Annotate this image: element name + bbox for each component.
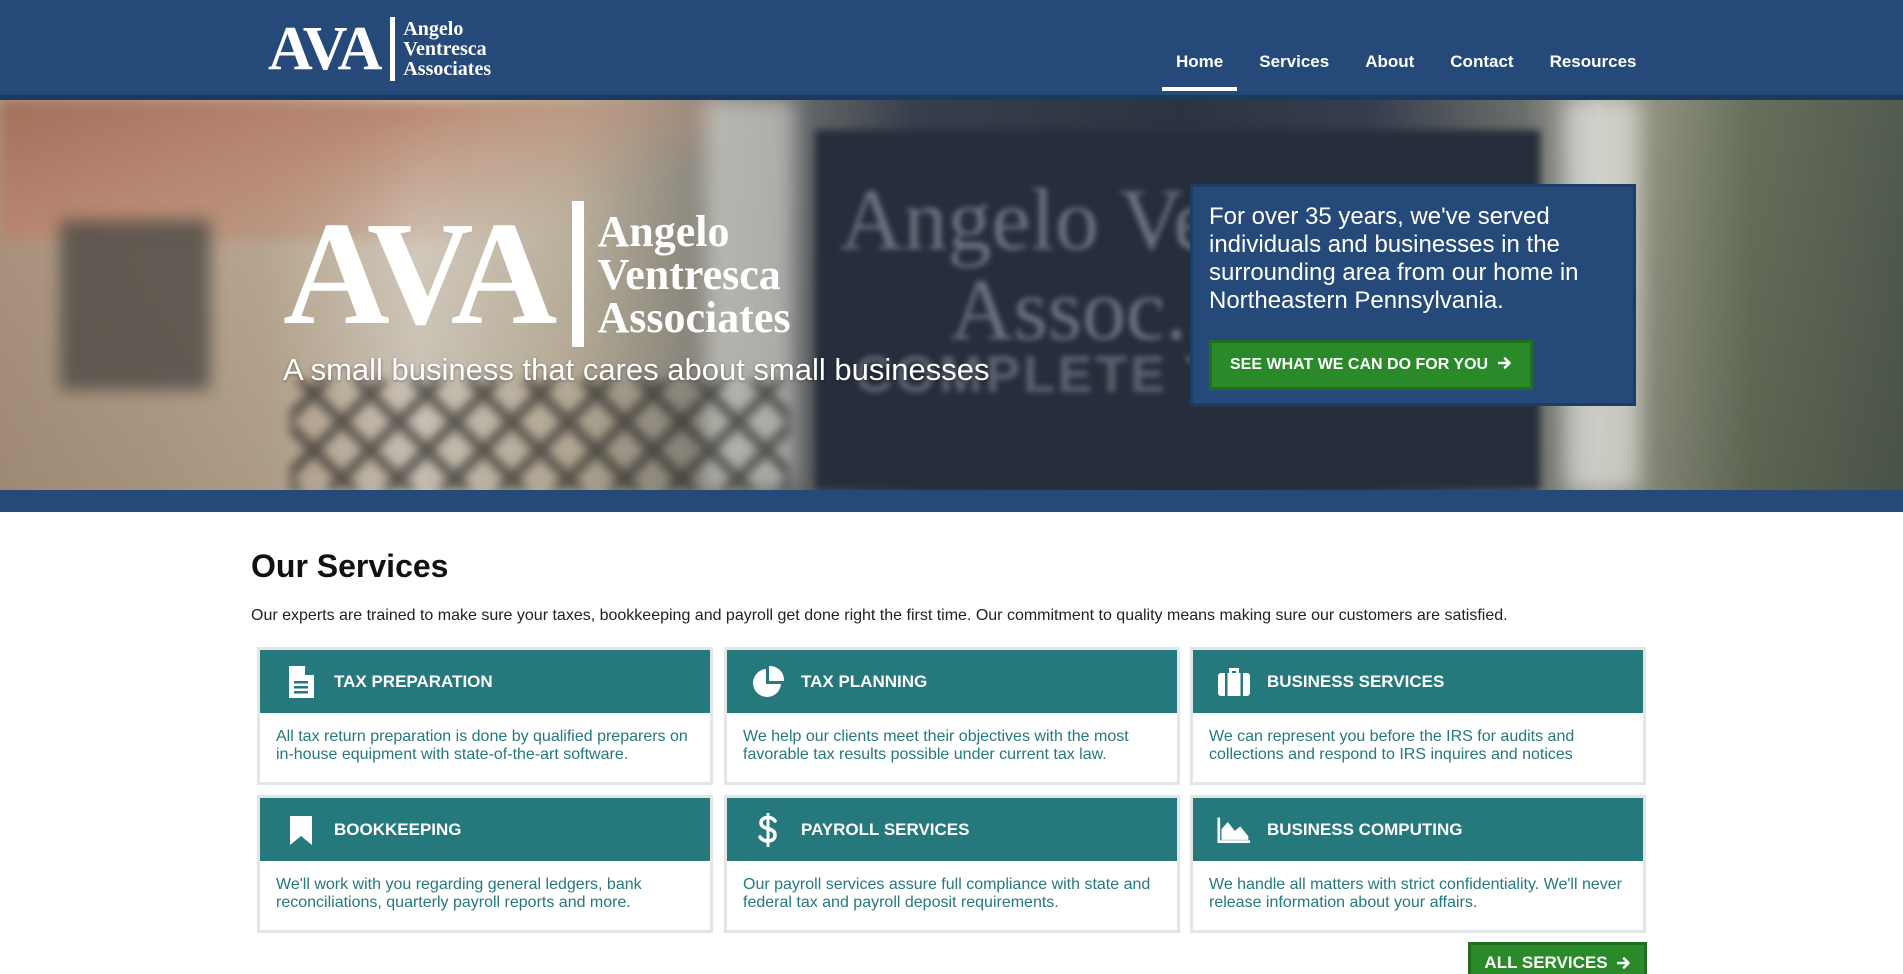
card-title: TAX PREPARATION [334, 671, 493, 691]
arrow-right-icon [1616, 956, 1631, 970]
site-logo[interactable]: AVA Angelo Ventresca Associates [268, 16, 491, 81]
hero-photo-window [60, 220, 210, 390]
card-title: PAYROLL SERVICES [801, 819, 970, 839]
logo-word: Ventresca [403, 37, 487, 60]
logo-wordmark: Angelo Ventresca Associates [403, 19, 491, 79]
service-card-business-services[interactable]: BUSINESS SERVICES We can represent you b… [1190, 647, 1646, 785]
hero-tagline: A small business that cares about small … [283, 352, 990, 387]
nav-home[interactable]: Home [1161, 52, 1238, 91]
all-services-label: ALL SERVICES [1484, 953, 1608, 972]
hero-logo-word: Angelo [597, 206, 730, 256]
card-title: BUSINESS COMPUTING [1267, 819, 1463, 839]
hero-logo-divider [571, 201, 584, 347]
hero-logo-monogram: AVA [283, 192, 557, 356]
hero-photo-sign-text: Angelo Ve [840, 172, 1213, 269]
card-header: BOOKKEEPING [260, 798, 710, 861]
all-services-button[interactable]: ALL SERVICES [1468, 942, 1647, 974]
card-title: BUSINESS SERVICES [1267, 671, 1445, 691]
card-text: We can represent you before the IRS for … [1209, 728, 1575, 763]
service-card-tax-planning[interactable]: TAX PLANNING We help our clients meet th… [724, 647, 1180, 785]
section-title: Our Services [251, 548, 449, 584]
card-header: BUSINESS COMPUTING [1193, 798, 1643, 861]
hero-bottom-bar [0, 490, 1903, 512]
logo-divider [390, 16, 396, 81]
card-text: We help our clients meet their objective… [743, 728, 1129, 763]
pie-chart-icon [751, 665, 785, 699]
service-card-tax-preparation[interactable]: TAX PREPARATION All tax return preparati… [257, 647, 713, 785]
arrow-right-icon [1497, 356, 1512, 375]
card-header: PAYROLL SERVICES [727, 798, 1177, 861]
service-card-bookkeeping[interactable]: BOOKKEEPING We'll work with you regardin… [257, 795, 713, 933]
card-header: TAX PLANNING [727, 650, 1177, 713]
see-what-we-can-do-button[interactable]: SEE WHAT WE CAN DO FOR YOU [1209, 340, 1534, 390]
card-text: We'll work with you regarding general le… [276, 876, 642, 911]
section-intro: Our experts are trained to make sure you… [251, 607, 1508, 624]
main-nav: Home Services About Contact Resources [1161, 52, 1673, 91]
card-header: TAX PREPARATION [260, 650, 710, 713]
card-text: We handle all matters with strict confid… [1209, 876, 1622, 911]
briefcase-icon [1217, 665, 1251, 699]
site-header: AVA Angelo Ventresca Associates Home Ser… [0, 0, 1903, 95]
nav-about[interactable]: About [1365, 52, 1414, 72]
document-icon [284, 665, 318, 699]
service-card-business-computing[interactable]: BUSINESS COMPUTING We handle all matters… [1190, 795, 1646, 933]
hero-logo: AVA Angelo Ventresca Associates [283, 200, 791, 348]
card-text: All tax return preparation is done by qu… [276, 728, 688, 763]
nav-services[interactable]: Services [1259, 52, 1329, 72]
cta-label: SEE WHAT WE CAN DO FOR YOU [1230, 356, 1489, 373]
hero-info-text: For over 35 years, we've served individu… [1209, 203, 1579, 314]
card-header: BUSINESS SERVICES [1193, 650, 1643, 713]
nav-contact[interactable]: Contact [1450, 52, 1513, 72]
hero-photo-lattice [290, 380, 790, 490]
logo-word: Associates [403, 57, 492, 80]
hero-info-box: For over 35 years, we've served individu… [1190, 184, 1636, 406]
nav-resources[interactable]: Resources [1550, 52, 1637, 72]
card-text: Our payroll services assure full complia… [743, 876, 1151, 911]
card-title: TAX PLANNING [801, 671, 928, 691]
logo-monogram: AVA [268, 14, 382, 83]
hero-logo-wordmark: Angelo Ventresca Associates [597, 206, 791, 342]
area-chart-icon [1217, 813, 1251, 847]
dollar-icon [751, 812, 785, 847]
bookmark-icon [284, 813, 318, 847]
logo-word: Angelo [403, 17, 464, 40]
service-card-payroll-services[interactable]: PAYROLL SERVICES Our payroll services as… [724, 795, 1180, 933]
hero-logo-word: Associates [597, 292, 791, 342]
hero-logo-word: Ventresca [597, 249, 781, 299]
card-title: BOOKKEEPING [334, 819, 462, 839]
